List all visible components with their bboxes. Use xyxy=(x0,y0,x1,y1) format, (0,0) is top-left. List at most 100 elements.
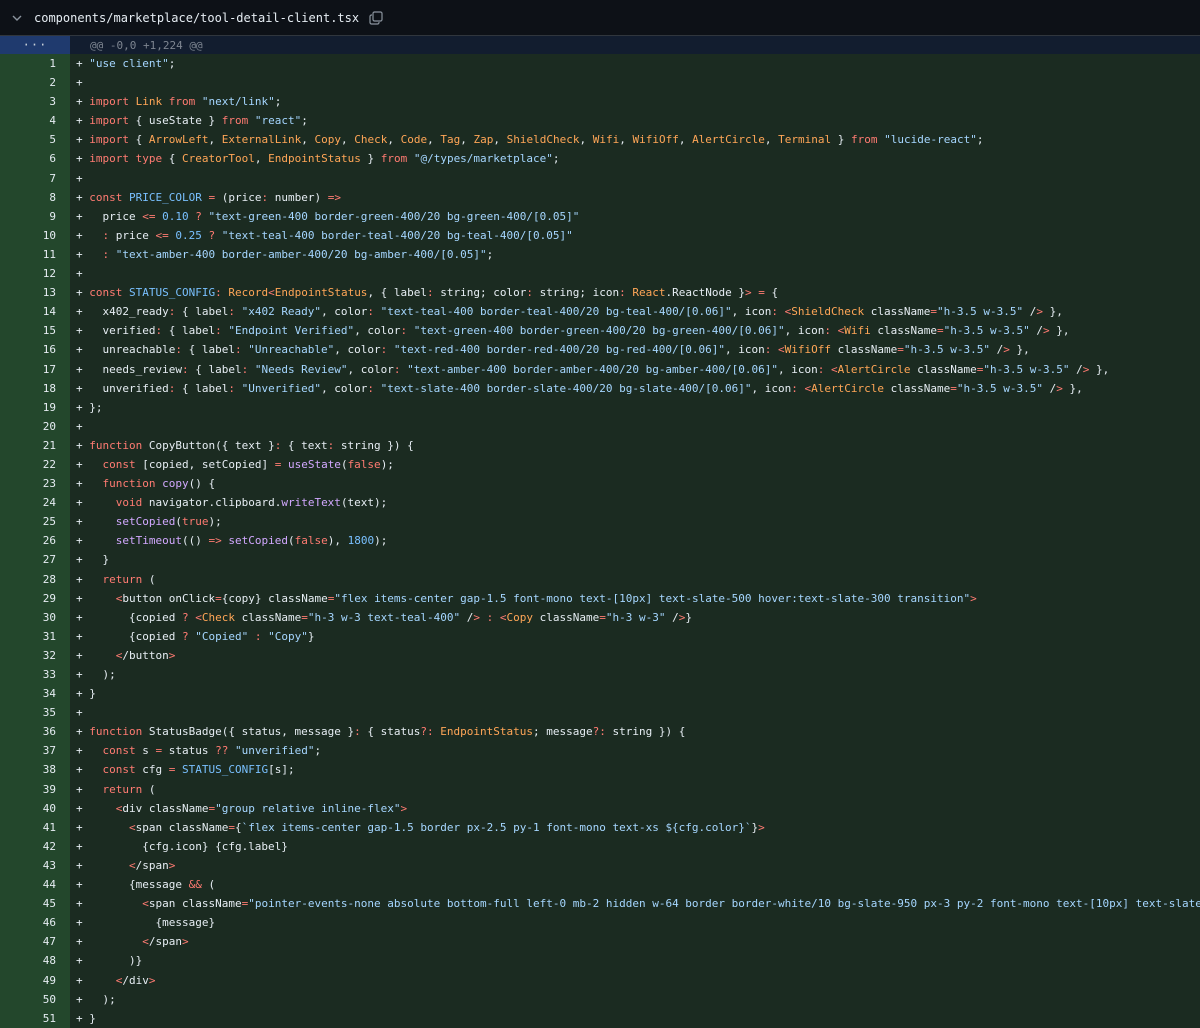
diff-line: 48 + )} xyxy=(0,951,1200,971)
line-code: + import type { CreatorTool, EndpointSta… xyxy=(76,152,560,166)
diff-line: 19 + }; xyxy=(0,397,1200,417)
line-number[interactable]: 27 xyxy=(0,550,70,570)
diff-line: 33 + ); xyxy=(0,665,1200,685)
line-code: + {cfg.icon} {cfg.label} xyxy=(76,839,288,853)
line-number[interactable]: 6 xyxy=(0,149,70,169)
line-number[interactable]: 20 xyxy=(0,416,70,436)
line-number[interactable]: 32 xyxy=(0,645,70,665)
line-number[interactable]: 12 xyxy=(0,264,70,284)
line-number[interactable]: 51 xyxy=(0,1008,70,1028)
line-code: + </span> xyxy=(76,858,176,872)
line-number[interactable]: 18 xyxy=(0,378,70,398)
line-number[interactable]: 19 xyxy=(0,397,70,417)
line-number[interactable]: 23 xyxy=(0,474,70,494)
diff-line: 20 + xyxy=(0,416,1200,436)
line-number[interactable]: 43 xyxy=(0,855,70,876)
line-code: + )} xyxy=(76,954,143,968)
line-code: + } xyxy=(76,1011,96,1025)
line-number[interactable]: 4 xyxy=(0,111,70,131)
line-number[interactable]: 31 xyxy=(0,626,70,646)
line-number[interactable]: 17 xyxy=(0,359,70,379)
diff-line: 39 + return ( xyxy=(0,779,1200,799)
line-code: + unreachable: { label: "Unreachable", c… xyxy=(76,343,1030,357)
line-code: + function copy() { xyxy=(76,477,216,491)
diff-line: 38 + const cfg = STATUS_CONFIG[s]; xyxy=(0,760,1200,780)
diff-line: 45 + <span className="pointer-events-none… xyxy=(0,894,1200,914)
diff-line: 5 + import { ArrowLeft, ExternalLink, Cop… xyxy=(0,130,1200,150)
line-number[interactable]: 25 xyxy=(0,512,70,532)
diff-line: 8 + const PRICE_COLOR = (price: number) =… xyxy=(0,187,1200,207)
line-number[interactable]: 14 xyxy=(0,302,70,322)
expand-button[interactable]: ··· xyxy=(0,36,70,54)
line-number[interactable]: 42 xyxy=(0,836,70,856)
line-number[interactable]: 40 xyxy=(0,798,70,818)
line-number[interactable]: 21 xyxy=(0,435,70,455)
line-number[interactable]: 34 xyxy=(0,684,70,704)
line-number[interactable]: 47 xyxy=(0,932,70,952)
line-number[interactable]: 45 xyxy=(0,894,70,914)
line-code: + ); xyxy=(76,668,116,681)
line-code: + price <= 0.10 ? "text-green-400 border… xyxy=(76,209,580,223)
diff-line: 43 + </span> xyxy=(0,855,1200,876)
diff-line: 30 + {copied ? <Check className="h-3 w-3 … xyxy=(0,607,1200,627)
line-number[interactable]: 28 xyxy=(0,569,70,589)
line-number[interactable]: 7 xyxy=(0,168,70,188)
line-number[interactable]: 38 xyxy=(0,760,70,780)
diff-line: 21 + function CopyButton({ text }: { text… xyxy=(0,435,1200,455)
line-code: + import { ArrowLeft, ExternalLink, Copy… xyxy=(76,133,984,147)
line-code: + "use client"; xyxy=(76,57,176,70)
diff-line: 27 + } xyxy=(0,550,1200,570)
line-number[interactable]: 11 xyxy=(0,244,70,265)
line-number[interactable]: 9 xyxy=(0,206,70,226)
line-number[interactable]: 8 xyxy=(0,187,70,207)
line-number[interactable]: 41 xyxy=(0,817,70,837)
diff-line: 25 + setCopied(true); xyxy=(0,512,1200,532)
diff-line: 4 + import { useState } from "react"; xyxy=(0,111,1200,131)
line-code: + <span className="pointer-events-none a… xyxy=(76,897,1200,911)
diff-line: 28 + return ( xyxy=(0,569,1200,589)
line-number[interactable]: 16 xyxy=(0,340,70,360)
line-code: + import Link from "next/link"; xyxy=(76,95,282,109)
diff-line: 10 + : price <= 0.25 ? "text-teal-400 bor… xyxy=(0,225,1200,245)
line-code: + unverified: { label: "Unverified", col… xyxy=(76,381,1083,395)
diff-line: 26 + setTimeout(() => setCopied(false), 1… xyxy=(0,531,1200,551)
copy-icon[interactable] xyxy=(369,10,383,25)
hunk-range: @@ -0,0 +1,224 @@ xyxy=(90,38,203,52)
diff-lines: 1 + "use client"; 2 +3 + import Link from "n… xyxy=(0,54,1200,1028)
line-number[interactable]: 29 xyxy=(0,588,70,608)
line-number[interactable]: 48 xyxy=(0,951,70,971)
diff-line: 32 + </button> xyxy=(0,645,1200,665)
line-number[interactable]: 3 xyxy=(0,92,70,112)
diff-line: 3 + import Link from "next/link"; xyxy=(0,92,1200,112)
file-header: components/marketplace/tool-detail-clien… xyxy=(0,0,1200,36)
line-number[interactable]: 36 xyxy=(0,722,70,742)
diff-line: 15 + verified: { label: "Endpoint Verifie… xyxy=(0,321,1200,341)
line-code: + </div> xyxy=(76,973,156,987)
diff-line: 29 + <button onClick={copy} className="fl… xyxy=(0,588,1200,608)
line-code: + const STATUS_CONFIG: Record<EndpointSt… xyxy=(76,286,779,300)
line-number[interactable]: 46 xyxy=(0,913,70,933)
line-number[interactable]: 37 xyxy=(0,741,70,761)
diff-line: 36 + function StatusBadge({ status, messa… xyxy=(0,722,1200,742)
line-number[interactable]: 24 xyxy=(0,493,70,513)
diff-line: 35 + xyxy=(0,703,1200,723)
line-number[interactable]: 13 xyxy=(0,283,70,303)
line-code: + : price <= 0.25 ? "text-teal-400 borde… xyxy=(76,228,573,242)
line-number[interactable]: 50 xyxy=(0,989,70,1009)
line-number[interactable]: 22 xyxy=(0,454,70,475)
line-number[interactable]: 35 xyxy=(0,703,70,723)
line-number[interactable]: 5 xyxy=(0,130,70,150)
chevron-down-icon[interactable] xyxy=(12,13,22,23)
line-number[interactable]: 33 xyxy=(0,665,70,685)
diff-line: 6 + import type { CreatorTool, EndpointSt… xyxy=(0,149,1200,169)
line-number[interactable]: 39 xyxy=(0,779,70,799)
line-number[interactable]: 26 xyxy=(0,531,70,551)
line-number[interactable]: 49 xyxy=(0,970,70,990)
line-number[interactable]: 30 xyxy=(0,607,70,627)
line-number[interactable]: 44 xyxy=(0,875,70,895)
line-code: + void navigator.clipboard.writeText(tex… xyxy=(76,496,388,510)
line-number[interactable]: 15 xyxy=(0,321,70,341)
line-number[interactable]: 1 xyxy=(0,54,70,74)
line-number[interactable]: 2 xyxy=(0,73,70,93)
line-number[interactable]: 10 xyxy=(0,225,70,245)
